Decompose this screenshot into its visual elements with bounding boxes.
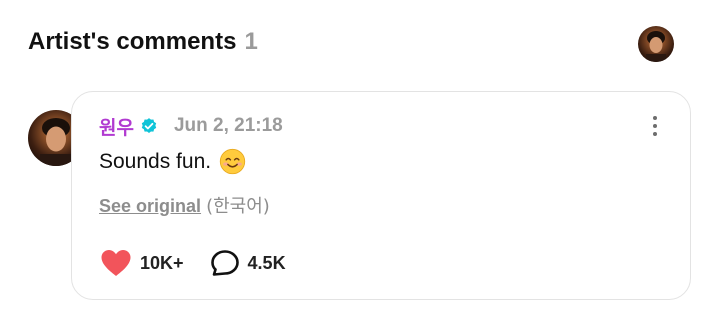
comment-card: 원우 Jun 2, 21:18 Sounds fun. See original… — [71, 91, 691, 300]
author-name[interactable]: 원우 — [99, 113, 134, 140]
like-button[interactable]: 10K+ — [100, 249, 184, 277]
comment-meta: 원우 Jun 2, 21:18 — [99, 113, 283, 140]
original-language-label: (한국어) — [206, 196, 270, 217]
heart-icon — [101, 250, 131, 276]
like-count: 10K+ — [140, 252, 184, 273]
comment-bubble-icon — [210, 250, 239, 276]
comment-text: Sounds fun. — [99, 149, 212, 173]
smiling-face-icon — [219, 148, 246, 175]
section-title-label: Artist's comments — [28, 28, 237, 55]
section-title: Artist's comments 1 — [28, 28, 258, 56]
user-avatar[interactable] — [638, 26, 674, 62]
avatar-image — [638, 26, 674, 62]
see-original-link[interactable]: See original — [99, 196, 201, 216]
reply-count: 4.5K — [247, 252, 286, 273]
artist-comments-panel: Artist's comments 1 원우 Jun 2, 21:18 Soun… — [0, 0, 720, 326]
comment-timestamp: Jun 2, 21:18 — [173, 115, 283, 136]
more-dot — [653, 124, 657, 128]
verified-badge-icon — [140, 117, 158, 135]
comment-body: Sounds fun. — [99, 148, 246, 175]
comment-count: 1 — [244, 28, 258, 55]
more-dot — [653, 132, 657, 136]
translation-row: See original (한국어) — [99, 192, 270, 218]
more-vertical-icon — [653, 116, 657, 120]
more-options-button[interactable] — [646, 114, 664, 138]
reply-button[interactable]: 4.5K — [210, 249, 286, 277]
comment-actions: 10K+ 4.5K — [100, 249, 286, 277]
